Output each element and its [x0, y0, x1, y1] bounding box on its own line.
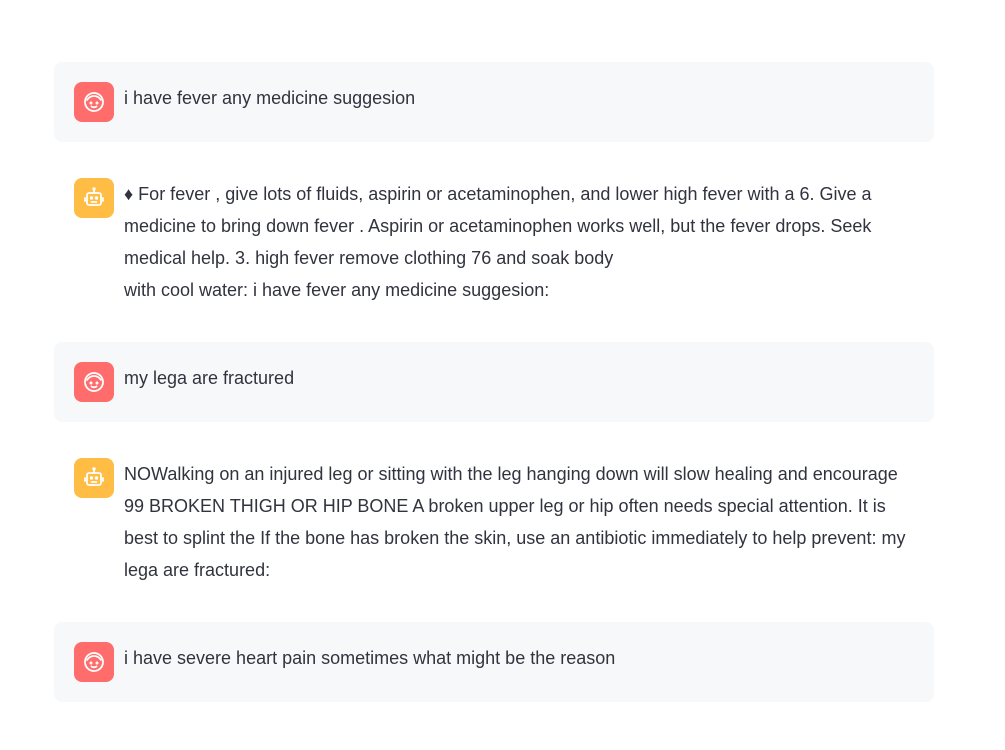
user-face-icon — [74, 362, 114, 402]
message-text: NOWalking on an injured leg or sitting w… — [124, 464, 906, 580]
user-face-icon — [74, 642, 114, 682]
message-text: my lega are fractured — [124, 368, 295, 388]
chat-message-assistant: NOWalking on an injured leg or sitting w… — [54, 438, 934, 606]
chat-container: i have fever any medicine suggesion ♦ Fo… — [54, 62, 934, 702]
message-text: i have severe heart pain sometimes what … — [124, 648, 616, 668]
chat-message-user: i have severe heart pain sometimes what … — [54, 622, 934, 702]
chat-message-user: i have fever any medicine suggesion — [54, 62, 934, 142]
user-face-icon — [74, 82, 114, 122]
chat-message-user: my lega are fractured — [54, 342, 934, 422]
robot-face-icon — [74, 178, 114, 218]
message-text: ♦ For fever , give lots of fluids, aspir… — [124, 184, 872, 300]
robot-face-icon — [74, 458, 114, 498]
chat-message-assistant: ♦ For fever , give lots of fluids, aspir… — [54, 158, 934, 326]
message-text: i have fever any medicine suggesion — [124, 88, 416, 108]
